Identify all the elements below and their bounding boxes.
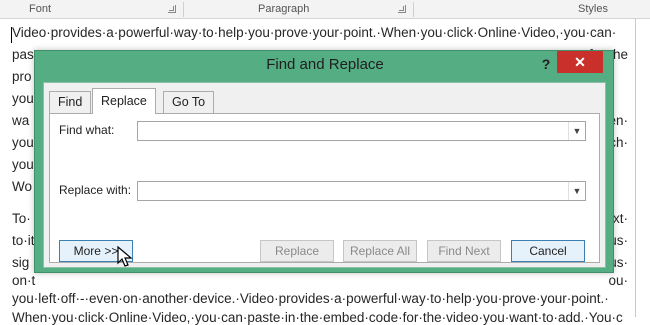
- mouse-pointer-icon: [117, 246, 133, 267]
- document-line: on·t: [12, 273, 36, 288]
- document-line: you: [12, 135, 34, 150]
- find-next-button[interactable]: Find Next: [427, 240, 501, 262]
- document-line: Video·provides·a·powerful·way·to·help·yo…: [12, 25, 617, 40]
- paragraph-dialog-launcher-icon[interactable]: [398, 5, 406, 13]
- ribbon-group-labels: Font Paragraph Styles: [0, 0, 650, 19]
- document-line: To·: [12, 211, 31, 226]
- document-line: Wo: [12, 179, 33, 194]
- replace-with-input[interactable]: ▼: [137, 181, 586, 201]
- find-what-label: Find what:: [59, 123, 115, 137]
- find-what-input[interactable]: ▼: [137, 121, 586, 141]
- document-line: you: [12, 157, 34, 172]
- dialog-title: Find and Replace: [266, 56, 384, 73]
- font-dialog-launcher-icon[interactable]: [168, 5, 176, 13]
- paragraph-group-label: Paragraph: [258, 3, 310, 15]
- ribbon-separator: [413, 2, 414, 17]
- document-line: pro: [12, 69, 32, 84]
- replace-button[interactable]: Replace: [260, 240, 334, 262]
- find-replace-dialog: Find and Replace ? ✕ Find Replace Go To …: [34, 50, 614, 273]
- replace-tab-panel: Find what: ▼ Replace with: ▼ More >> Rep…: [49, 113, 600, 263]
- cancel-button[interactable]: Cancel: [511, 240, 585, 262]
- tab-find[interactable]: Find: [49, 91, 92, 113]
- document-line: to·it: [12, 233, 35, 248]
- document-line: pas: [12, 47, 34, 62]
- document-line: you·left·off·-·even·on·another·device.·V…: [12, 291, 609, 306]
- document-line: When·you·click·Online·Video,·you·can·pas…: [12, 310, 623, 325]
- replace-all-button[interactable]: Replace All: [343, 240, 417, 262]
- document-line: wa: [12, 113, 30, 128]
- document-line-fragment: ou·: [608, 273, 628, 288]
- document-line: you: [12, 91, 34, 106]
- ribbon-separator: [183, 2, 184, 17]
- close-button[interactable]: ✕: [557, 51, 603, 73]
- dialog-body: Find Replace Go To Find what: ▼ Replace …: [43, 82, 606, 268]
- chevron-down-icon[interactable]: ▼: [568, 122, 585, 140]
- chevron-down-icon[interactable]: ▼: [568, 182, 585, 200]
- tab-go-to[interactable]: Go To: [163, 91, 215, 113]
- font-group-label: Font: [29, 3, 52, 15]
- document-line: sig: [12, 255, 30, 270]
- styles-group-label: Styles: [578, 3, 608, 15]
- tab-replace[interactable]: Replace: [92, 88, 156, 114]
- replace-with-label: Replace with:: [59, 183, 132, 197]
- page-edge: [635, 19, 636, 317]
- help-button[interactable]: ?: [535, 53, 557, 75]
